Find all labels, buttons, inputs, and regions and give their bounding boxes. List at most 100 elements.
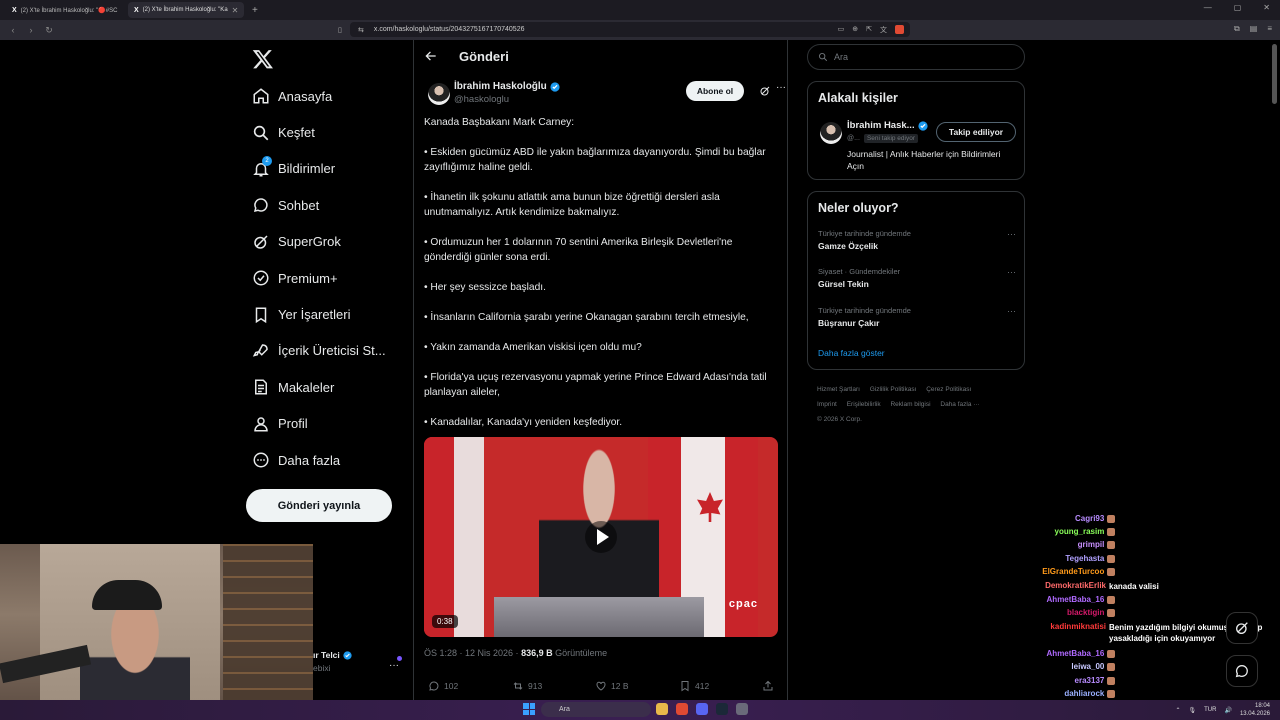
nav-item-notifications[interactable]: 2 Bildirimler (246, 151, 386, 187)
chat-username[interactable]: kadinmiknatisi (1020, 622, 1106, 644)
site-settings-icon[interactable]: ⇆ (358, 26, 364, 34)
reader-icon[interactable]: ▭ (838, 25, 845, 35)
trend-more-icon[interactable]: ··· (1007, 229, 1016, 239)
taskbar-search[interactable]: Ara (541, 702, 651, 717)
footer-link[interactable]: Çerez Politikası (926, 386, 971, 393)
bookmark-page-icon[interactable]: ▯ (338, 26, 342, 34)
chat-text (1118, 689, 1280, 698)
file-explorer-icon[interactable] (656, 703, 668, 715)
post-button[interactable]: Gönderi yayınla (246, 489, 392, 522)
forward-nav-icon[interactable]: › (26, 25, 36, 35)
obs-icon[interactable] (736, 703, 748, 715)
author-handle[interactable]: @haskologlu (454, 94, 509, 105)
steam-icon[interactable] (716, 703, 728, 715)
trend-item[interactable]: Türkiye tarihinde gündemde Büşranur Çakı… (818, 306, 1018, 328)
nav-item-articles[interactable]: Makaleler (246, 369, 386, 405)
menu-icon[interactable]: ≡ (1267, 24, 1272, 34)
address-bar[interactable]: ▯ ⇆ x.com/haskologlu/status/204327516717… (338, 22, 910, 37)
window-close-icon[interactable]: ✕ (1263, 3, 1270, 12)
nav-item-home[interactable]: Anasayfa (246, 78, 386, 114)
play-icon[interactable] (585, 521, 617, 553)
chat-username[interactable]: Tegehasta (1020, 554, 1104, 563)
chat-username[interactable]: AhmetBaba_16 (1020, 595, 1105, 604)
nav-item-bookmarks[interactable]: Yer İşaretleri (246, 296, 386, 332)
related-avatar[interactable] (820, 122, 842, 144)
footer-link[interactable]: Hizmet Şartları (817, 386, 860, 393)
chat-username[interactable]: era3137 (1020, 676, 1105, 685)
browser-tab-1[interactable]: X (2) X'te İbrahim Haskoloğlu: "🔴#SC ✕ (6, 2, 122, 18)
author-avatar[interactable] (428, 83, 450, 105)
chat-username[interactable]: dahliarock (1020, 689, 1104, 698)
nav-item-supergrok[interactable]: SuperGrok (246, 224, 386, 260)
nav-item-premium[interactable]: Premium+ (246, 260, 386, 296)
extensions-icon[interactable]: ⧉ (1234, 24, 1240, 34)
account-switcher[interactable]: ır Telci ebixi ··· (313, 650, 413, 686)
translate-icon[interactable]: 文 (880, 25, 887, 35)
grok-explain-icon[interactable] (759, 85, 771, 97)
windows-start-icon[interactable] (523, 703, 535, 715)
clock[interactable]: 18:04 13.04.2026 (1240, 702, 1270, 718)
browser-tab-2[interactable]: X (2) X'te İbrahim Haskoloğlu: "Ka ✕ (128, 2, 244, 18)
search-input[interactable]: Ara (807, 44, 1025, 70)
trend-item[interactable]: Siyaset · Gündemdekiler Gürsel Tekin ··· (818, 267, 1018, 289)
back-nav-icon[interactable]: ‹ (8, 25, 18, 35)
footer-link[interactable]: Gizlilik Politikası (870, 386, 917, 393)
nav-item-creator-studio[interactable]: İçerik Üreticisi St... (246, 333, 386, 369)
messages-float-button[interactable] (1226, 655, 1258, 687)
rocket-icon (246, 342, 278, 360)
chat-username[interactable]: young_rasim (1020, 527, 1105, 536)
tray-chevron-icon[interactable]: ⌃ (1175, 707, 1180, 714)
related-name-row[interactable]: İbrahim Hask... (847, 120, 928, 131)
footer-link[interactable]: Erişilebilirlik (847, 401, 881, 408)
post-timestamp[interactable]: ÖS 1:28 · 12 Nis 2026 · (424, 648, 521, 658)
x-logo-icon[interactable] (252, 48, 274, 70)
more-options-icon[interactable]: ··· (389, 660, 399, 671)
footer-link[interactable]: Daha fazla ··· (940, 401, 979, 408)
chat-username[interactable]: leiwa_00 (1020, 662, 1104, 671)
following-button[interactable]: Takip ediliyor (936, 122, 1016, 142)
post-video[interactable]: 0:38 cpac (424, 437, 778, 637)
maximize-icon[interactable]: ▢ (1234, 3, 1242, 12)
discord-icon[interactable] (696, 703, 708, 715)
nav-item-chat[interactable]: Sohbet (246, 187, 386, 223)
close-tab-icon[interactable]: ✕ (232, 6, 239, 15)
like-button[interactable]: 12 B (595, 680, 629, 692)
footer-link[interactable]: Reklam bilgisi (890, 401, 930, 408)
zoom-icon[interactable]: ⊕ (852, 25, 858, 35)
chat-username[interactable]: Cagri93 (1020, 514, 1104, 523)
reload-icon[interactable]: ↻ (44, 25, 54, 36)
trend-more-icon[interactable]: ··· (1007, 267, 1016, 277)
brave-shield-icon[interactable] (895, 24, 904, 34)
chat-username[interactable]: AhmetBaba_16 (1020, 649, 1105, 658)
chat-username[interactable]: grimpil (1020, 540, 1105, 549)
new-tab-icon[interactable]: + (252, 5, 258, 16)
author-name-row[interactable]: İbrahim Haskoloğlu (454, 81, 560, 92)
share-button[interactable] (762, 680, 774, 692)
scrollbar[interactable] (1272, 44, 1277, 104)
mic-icon[interactable]: 🎙 (1189, 707, 1197, 714)
post-more-icon[interactable]: ··· (776, 82, 786, 93)
sidebar-toggle-icon[interactable]: ▤ (1250, 24, 1258, 34)
footer-link[interactable]: Imprint (817, 401, 837, 408)
close-tab-icon[interactable]: ✕ (121, 6, 122, 15)
trend-more-icon[interactable]: ··· (1007, 306, 1016, 316)
trend-item[interactable]: Türkiye tarihinde gündemde Gamze Özçelik… (818, 229, 1018, 251)
grok-float-button[interactable] (1226, 612, 1258, 644)
nav-item-profile[interactable]: Profil (246, 406, 386, 442)
share-icon[interactable]: ⇱ (866, 25, 872, 35)
chat-username[interactable]: ElGrandeTurcoo (1020, 567, 1104, 576)
minimize-icon[interactable]: — (1204, 3, 1212, 12)
chat-username[interactable]: blacktigin (1020, 608, 1104, 617)
show-more-link[interactable]: Daha fazla göster (818, 348, 885, 358)
nav-item-more[interactable]: Daha fazla (246, 442, 386, 478)
reply-button[interactable]: 102 (428, 680, 458, 692)
brave-browser-icon[interactable] (676, 703, 688, 715)
chat-username[interactable]: DemokratikErlik (1020, 581, 1106, 592)
volume-icon[interactable]: 🔊 (1224, 707, 1231, 714)
repost-button[interactable]: 913 (512, 680, 542, 692)
nav-item-explore[interactable]: Keşfet (246, 114, 386, 150)
back-arrow-icon[interactable] (424, 49, 438, 63)
bookmark-button[interactable]: 412 (679, 680, 709, 692)
language-indicator[interactable]: TUR (1204, 707, 1216, 713)
subscribe-button[interactable]: Abone ol (686, 81, 744, 101)
